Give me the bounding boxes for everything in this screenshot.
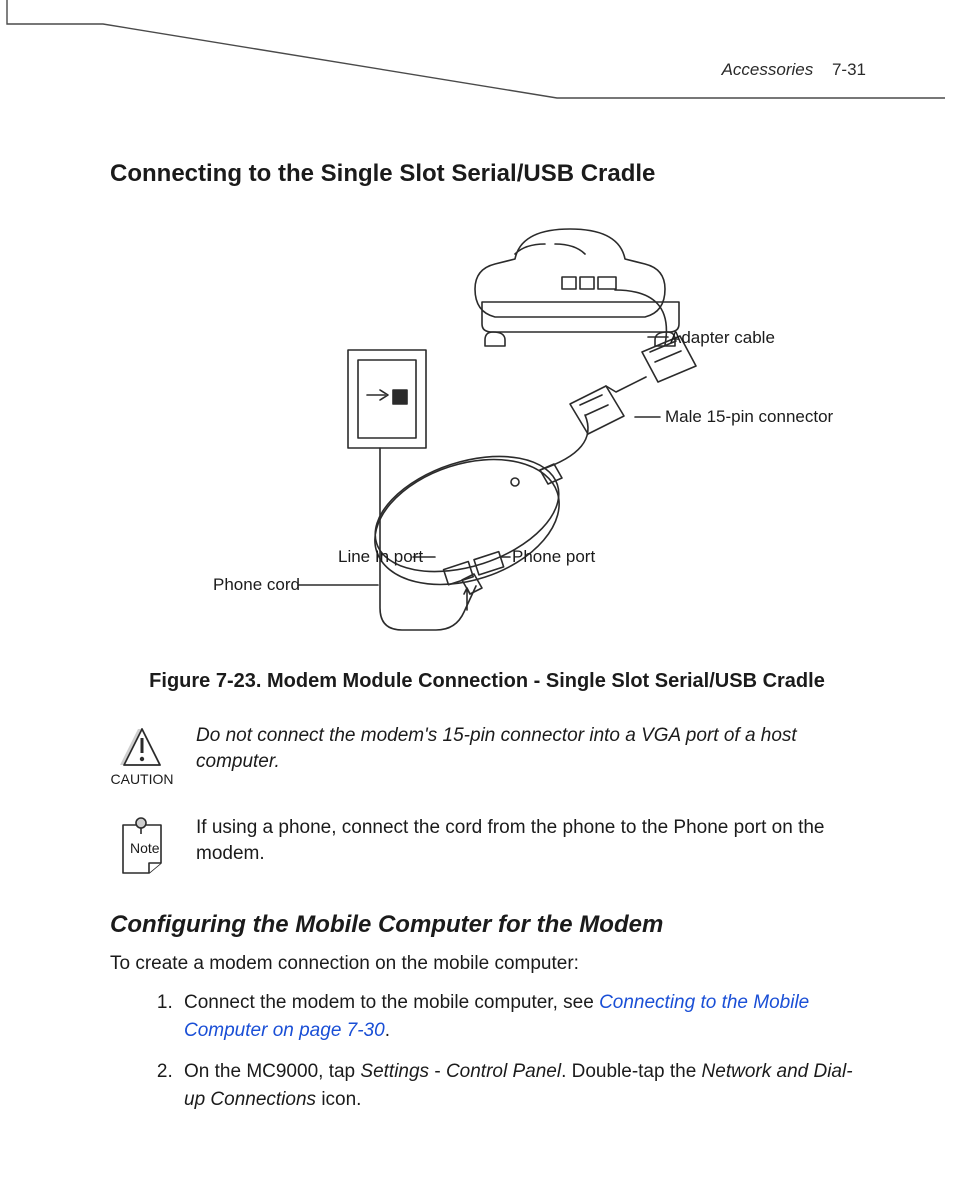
caution-icon xyxy=(114,723,170,769)
caution-block: CAUTION Do not connect the modem's 15-pi… xyxy=(110,723,864,787)
label-male-15pin: Male 15-pin connector xyxy=(665,407,833,427)
label-line-in-port: Line In port xyxy=(338,547,423,567)
note-text: If using a phone, connect the cord from … xyxy=(196,815,864,866)
caution-label: CAUTION xyxy=(111,771,174,787)
figure-caption: Figure 7-23. Modem Module Connection - S… xyxy=(110,670,864,693)
label-phone-cord: Phone cord xyxy=(213,575,300,595)
caution-text: Do not connect the modem's 15-pin connec… xyxy=(196,723,864,774)
section-heading-configure: Configuring the Mobile Computer for the … xyxy=(110,911,864,939)
modem-icon xyxy=(359,415,588,607)
note-icon-label: Note xyxy=(130,840,160,856)
running-header-page: 7-31 xyxy=(832,60,866,79)
ui-settings: Settings xyxy=(360,1061,429,1082)
label-phone-port: Phone port xyxy=(512,547,595,567)
running-header-section: Accessories xyxy=(722,60,814,79)
ui-control-panel: Control Panel xyxy=(446,1061,561,1082)
running-header: Accessories 7-31 xyxy=(722,60,866,80)
steps-list: Connect the modem to the mobile computer… xyxy=(148,989,864,1113)
label-adapter-cable: Adapter cable xyxy=(670,328,775,348)
step-1: Connect the modem to the mobile computer… xyxy=(178,989,864,1044)
note-block: Note If using a phone, connect the cord … xyxy=(110,815,864,877)
note-icon: Note xyxy=(111,815,173,877)
lead-text: To create a modem connection on the mobi… xyxy=(110,953,864,975)
step-2: On the MC9000, tap Settings - Control Pa… xyxy=(178,1058,864,1113)
cradle-icon xyxy=(475,229,679,346)
figure-modem-connection: Adapter cable Male 15-pin connector Phon… xyxy=(110,202,864,652)
section-heading-cradle: Connecting to the Single Slot Serial/USB… xyxy=(110,160,864,188)
wall-jack-icon xyxy=(348,350,426,448)
